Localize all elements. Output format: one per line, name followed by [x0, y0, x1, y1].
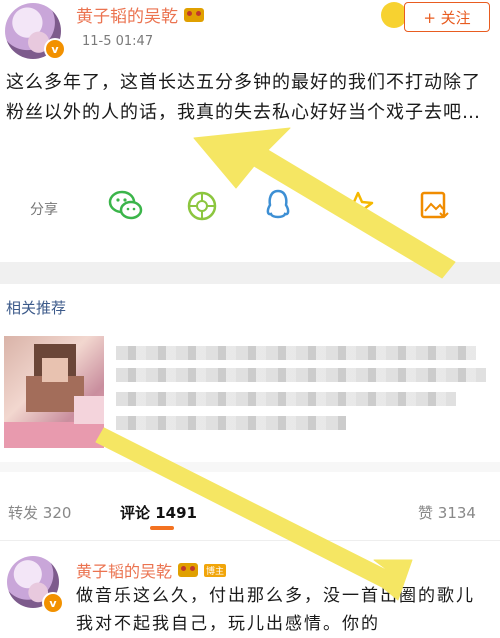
save-image-icon[interactable] — [418, 189, 450, 221]
related-title: 相关推荐 — [6, 299, 67, 317]
related-thumbnail[interactable] — [4, 336, 104, 448]
tab-comments[interactable]: 评论 1491 — [120, 502, 197, 523]
comment-username[interactable]: 黄子韬的吴乾 — [76, 558, 172, 582]
related-text-blurred[interactable] — [116, 346, 496, 446]
tab-likes[interactable]: 赞 3134 — [418, 502, 476, 523]
tab-separator — [0, 540, 500, 541]
follow-button[interactable]: + 关注 — [404, 2, 490, 32]
author-tag: 博主 — [204, 563, 227, 577]
post-time: 11-5 01:47 — [82, 34, 154, 49]
qzone-icon[interactable] — [342, 190, 374, 222]
comment-crown-icon — [178, 563, 199, 577]
qq-icon[interactable] — [264, 188, 292, 222]
section-divider — [0, 262, 500, 284]
wechat-icon[interactable] — [108, 190, 144, 222]
comment-text: 做音乐这么久，付出那么多，没一首出圈的歌儿我对不起我自己，玩儿出感情。你的 — [76, 586, 475, 634]
verified-badge-icon: v — [44, 38, 66, 60]
tab-active-underline — [150, 526, 174, 530]
comment-verified-badge-icon: v — [42, 592, 64, 614]
tab-repost[interactable]: 转发 320 — [8, 502, 71, 523]
vip-crown-icon — [184, 7, 204, 22]
post-username[interactable]: 黄子韬的吴乾 — [76, 2, 178, 27]
post-text: 这么多年了，这首长达五分多钟的最好的我们不打动除了粉丝以外的人的话，我真的失去私… — [6, 72, 481, 123]
moments-icon[interactable] — [186, 190, 218, 222]
section-divider-2 — [0, 462, 500, 472]
share-label[interactable]: 分享 — [30, 199, 58, 219]
